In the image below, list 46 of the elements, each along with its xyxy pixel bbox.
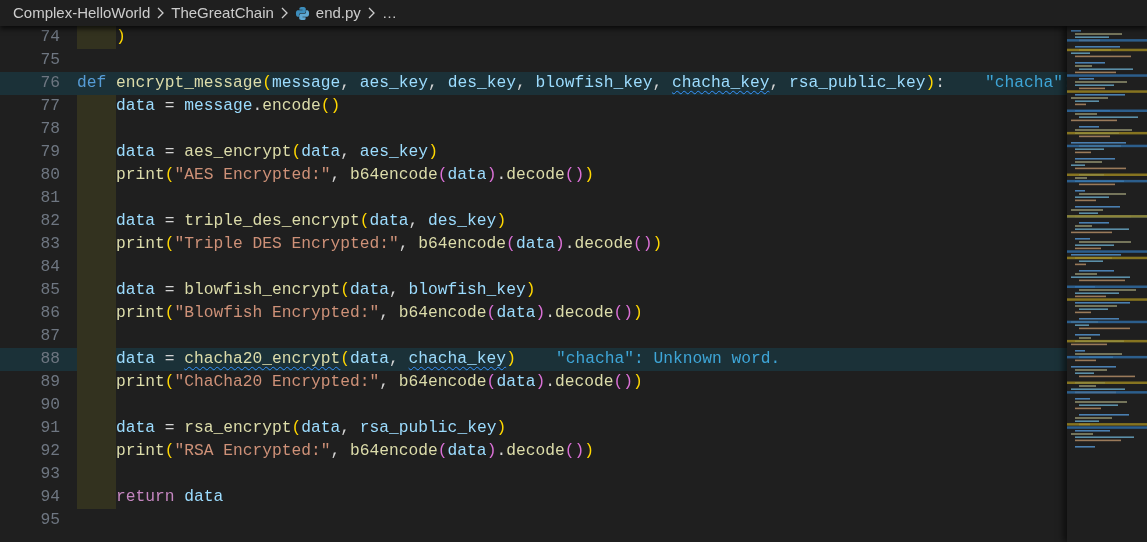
line-number: 81 bbox=[39, 187, 60, 210]
folder-item[interactable]: Complex-HelloWorld bbox=[13, 1, 151, 25]
file-item[interactable]: end.py bbox=[315, 1, 361, 25]
line-number: 84 bbox=[39, 256, 60, 279]
line-number: 79 bbox=[39, 141, 60, 164]
code-line: print("ChaCha20 Encrypted:", b64encode(data).decode()) bbox=[116, 371, 643, 394]
line-number: 90 bbox=[39, 394, 60, 417]
line-number: 75 bbox=[39, 49, 60, 72]
code-line: data = aes_encrypt(data, aes_key) bbox=[116, 141, 438, 164]
code-line: data = rsa_encrypt(data, rsa_public_key) bbox=[116, 417, 507, 440]
inline-diagnostic: "chacha": bbox=[985, 72, 1067, 95]
line-number: 87 bbox=[39, 325, 60, 348]
line-number: 74 bbox=[39, 26, 60, 49]
line-number: 88 bbox=[39, 348, 60, 371]
code-line: data = blowfish_encrypt(data, blowfish_key) bbox=[116, 279, 536, 302]
python-icon bbox=[294, 5, 310, 21]
folder-item[interactable]: TheGreatChain bbox=[171, 1, 274, 25]
code-line: data = message.encode() bbox=[116, 95, 341, 118]
code-line: print("Blowfish Encrypted:", b64encode(data).decode()) bbox=[116, 302, 643, 325]
code-line: print("RSA Encrypted:", b64encode(data).decode()) bbox=[116, 440, 594, 463]
line-number: 83 bbox=[39, 233, 60, 256]
line-number: 76 bbox=[39, 72, 60, 95]
line-number: 89 bbox=[39, 371, 60, 394]
line-number: 93 bbox=[39, 463, 60, 486]
more-item[interactable]: … bbox=[381, 1, 397, 25]
line-number: 92 bbox=[39, 440, 60, 463]
code-line: data = triple_des_encrypt(data, des_key) bbox=[116, 210, 507, 233]
line-number: 78 bbox=[39, 118, 60, 141]
line-number: 94 bbox=[39, 486, 60, 509]
line-number: 77 bbox=[39, 95, 60, 118]
line-number: 82 bbox=[39, 210, 60, 233]
chevron-icon bbox=[156, 7, 166, 19]
line-number: 91 bbox=[39, 417, 60, 440]
line-number: 80 bbox=[39, 164, 60, 187]
inline-diagnostic: "chacha": Unknown word. bbox=[555, 348, 781, 371]
code-line: print("AES Encrypted:", b64encode(data).decode()) bbox=[116, 164, 594, 187]
code-line: print("Triple DES Encrypted:", b64encode(data).decode()) bbox=[116, 233, 663, 256]
line-number: 95 bbox=[39, 509, 60, 532]
line-number: 85 bbox=[39, 279, 60, 302]
code-line: return data bbox=[116, 486, 224, 509]
code-line: def encrypt_message(message, aes_key, des_key, blowfish_key, chacha_key, rsa_public_key): bbox=[77, 72, 946, 95]
chevron-icon bbox=[366, 7, 376, 19]
code-line: ) bbox=[116, 26, 126, 49]
line-number: 86 bbox=[39, 302, 60, 325]
code-line: data = chacha20_encrypt(data, chacha_key) bbox=[116, 348, 516, 371]
chevron-icon bbox=[279, 7, 289, 19]
